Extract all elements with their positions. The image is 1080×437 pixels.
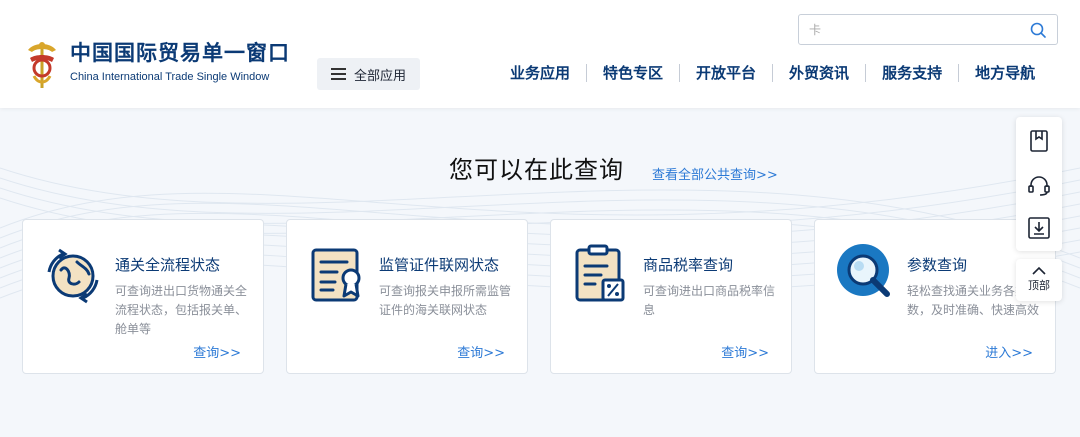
site-header: 中国国际贸易单一窗口 China International Trade Sin… xyxy=(0,0,1080,108)
card-title: 参数查询 xyxy=(907,256,968,274)
query-card-tax-rate[interactable]: 商品税率查询 可查询进出口商品税率信息 查询>> xyxy=(550,219,792,374)
section-title: 您可以在此查询 xyxy=(449,156,624,184)
headset-icon[interactable] xyxy=(1027,173,1051,197)
floating-toolbar xyxy=(1016,117,1062,251)
card-query-link[interactable]: 查询>> xyxy=(721,342,769,361)
nav-item-open-platform[interactable]: 开放平台 xyxy=(680,64,774,82)
back-to-top-button[interactable]: 顶部 xyxy=(1016,259,1062,301)
search-icon[interactable] xyxy=(1029,21,1047,39)
search-input[interactable] xyxy=(809,21,1009,39)
nav-item-local-nav[interactable]: 地方导航 xyxy=(959,64,1035,82)
all-apps-button[interactable]: 全部应用 xyxy=(317,58,420,90)
customs-cycle-icon xyxy=(47,248,99,304)
card-title: 监管证件联网状态 xyxy=(379,256,500,274)
chevron-up-icon xyxy=(1032,266,1046,275)
card-description: 可查询进出口商品税率信息 xyxy=(643,284,776,317)
query-card-certificate-status[interactable]: 监管证件联网状态 可查询报关申报所需监管证件的海关联网状态 查询>> xyxy=(286,219,528,374)
view-all-queries-link[interactable]: 查看全部公共查询>> xyxy=(652,164,778,183)
nav-item-trade-news[interactable]: 外贸资讯 xyxy=(773,64,867,82)
menu-icon xyxy=(330,68,346,80)
search-box xyxy=(798,14,1058,45)
certificate-icon xyxy=(311,248,361,302)
bookmark-icon[interactable] xyxy=(1027,129,1051,153)
all-apps-label: 全部应用 xyxy=(353,68,406,84)
query-card-customs-status[interactable]: 通关全流程状态 可查询进出口货物通关全流程状态，包括报关单、舱单等 查询>> xyxy=(22,219,264,374)
back-to-top-label: 顶部 xyxy=(1028,279,1050,292)
card-description: 可查询进出口货物通关全流程状态，包括报关单、舱单等 xyxy=(115,284,248,336)
site-logo[interactable]: 中国国际贸易单一窗口 China International Trade Sin… xyxy=(22,40,292,96)
nav-item-featured[interactable]: 特色专区 xyxy=(587,64,681,82)
card-enter-link[interactable]: 进入>> xyxy=(985,342,1033,361)
card-query-link[interactable]: 查询>> xyxy=(457,342,505,361)
tax-rate-icon xyxy=(575,244,625,302)
magnifier-icon xyxy=(837,244,890,297)
nav-item-support[interactable]: 服务支持 xyxy=(866,64,960,82)
card-title: 通关全流程状态 xyxy=(115,256,221,274)
main-nav: 业务应用 特色专区 开放平台 外贸资讯 服务支持 地方导航 xyxy=(494,62,1035,84)
nav-item-business[interactable]: 业务应用 xyxy=(494,64,588,82)
logo-title-cn: 中国国际贸易单一窗口 xyxy=(70,41,290,65)
download-icon[interactable] xyxy=(1027,216,1051,240)
customs-emblem-icon xyxy=(28,42,56,88)
card-query-link[interactable]: 查询>> xyxy=(193,342,241,361)
card-title: 商品税率查询 xyxy=(643,256,734,274)
card-description: 可查询报关申报所需监管证件的海关联网状态 xyxy=(379,284,512,317)
logo-title-en: China International Trade Single Window xyxy=(70,71,270,83)
